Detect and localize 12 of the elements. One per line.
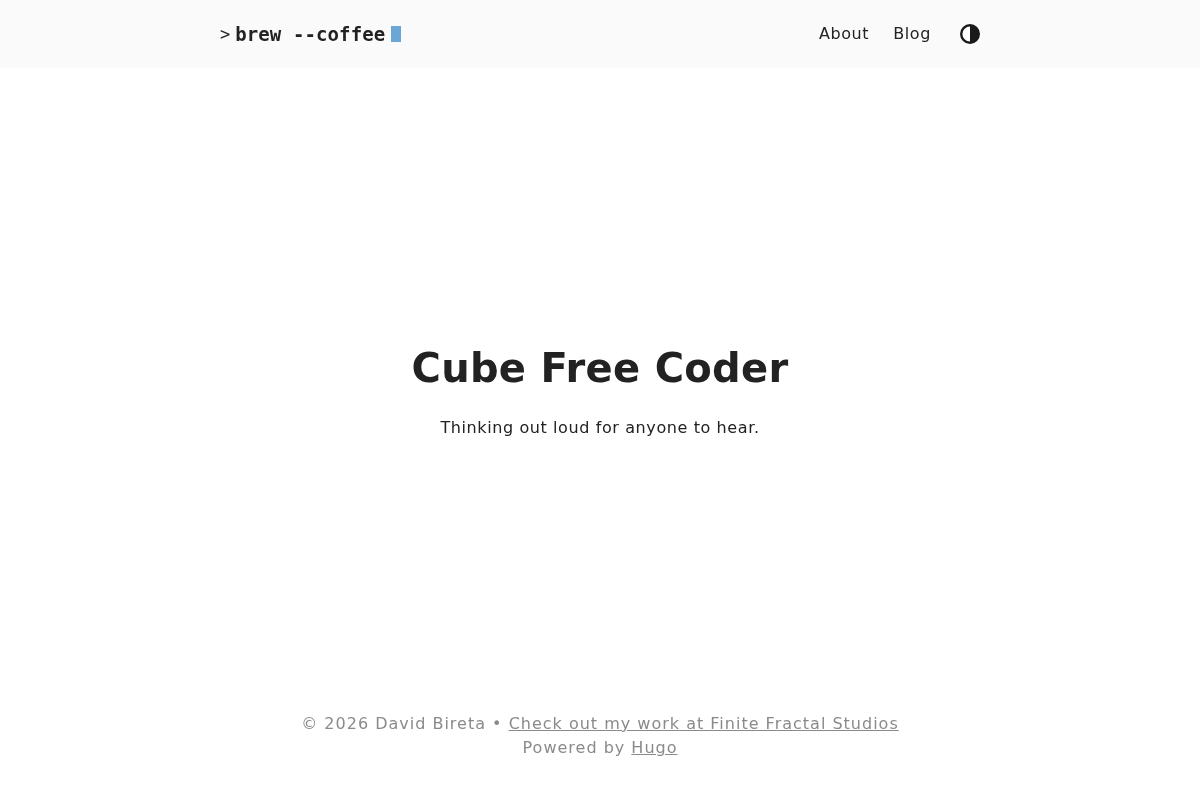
site-title: Cube Free Coder <box>411 344 789 392</box>
nav-link[interactable]: About <box>818 24 870 44</box>
studio-link[interactable]: Check out my work at Finite Fractal Studios <box>508 714 899 733</box>
site-tagline: Thinking out loud for anyone to hear. <box>440 417 760 439</box>
logo-text[interactable]: brew --coffee <box>235 23 386 45</box>
cursor-icon <box>391 26 402 42</box>
powered-by-text: Powered by Hugo <box>522 737 678 759</box>
logo-prompt[interactable]: > <box>220 23 231 45</box>
contrast-icon <box>960 24 980 44</box>
nav-link[interactable]: Blog <box>893 24 931 44</box>
copyright-text: © 2026 David Bireta • Check out my work at Finite Fractal Studios <box>301 713 899 735</box>
theme-toggle-button[interactable] <box>960 24 980 44</box>
